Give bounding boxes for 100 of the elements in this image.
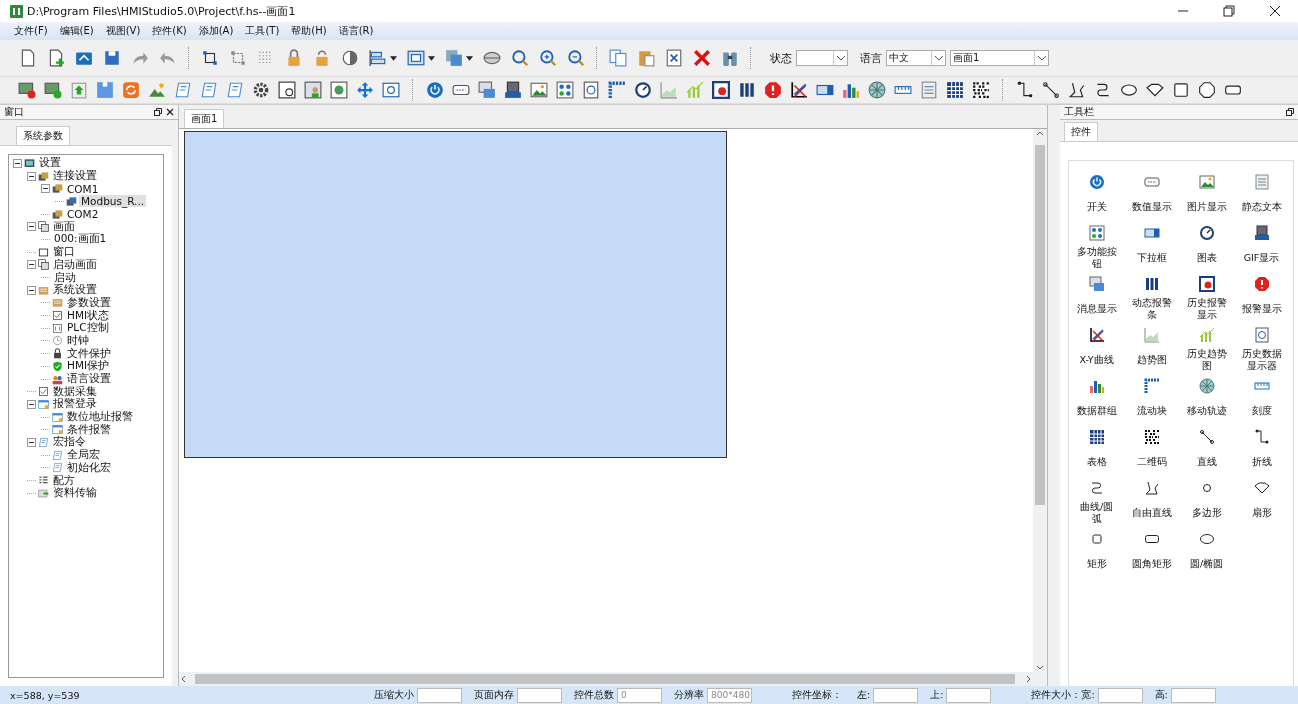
control-label[interactable]: GIF显示 <box>1243 252 1280 264</box>
tree-item[interactable]: COM2 <box>65 208 101 221</box>
collapse-icon[interactable] <box>27 437 36 447</box>
tree-item[interactable]: 宏指令 <box>51 435 88 450</box>
collapse-icon[interactable] <box>41 184 50 194</box>
delete-icon[interactable] <box>693 49 711 67</box>
diamond-icon[interactable] <box>1146 81 1164 99</box>
caret-icon[interactable] <box>1037 55 1046 61</box>
tree-item[interactable]: 文件保护 <box>65 346 113 361</box>
collapse-icon[interactable] <box>27 285 36 295</box>
image-icon[interactable] <box>530 81 548 99</box>
caret-icon[interactable] <box>836 55 845 61</box>
ellipse-icon[interactable] <box>1120 81 1138 99</box>
tree-item[interactable]: 连接设置 <box>51 169 99 184</box>
dot-grid-icon[interactable] <box>556 81 574 99</box>
picture-frame-icon[interactable] <box>278 81 296 99</box>
bar-chart-icon[interactable] <box>1088 378 1105 394</box>
control-label[interactable]: 多边形 <box>1191 507 1222 519</box>
usb-icon[interactable] <box>96 81 114 99</box>
tree-item[interactable]: 参数设置 <box>65 295 113 310</box>
dropdown-field[interactable]: 画面1 <box>950 50 1049 66</box>
ungroup-icon[interactable] <box>229 49 247 67</box>
close-icon[interactable] <box>166 108 174 116</box>
curve-icon[interactable] <box>1094 81 1112 99</box>
tree-item[interactable]: 语言设置 <box>65 372 113 387</box>
ellipse-icon[interactable] <box>1198 531 1215 547</box>
control-label[interactable]: 开关 <box>1086 201 1107 213</box>
control-label[interactable]: X-Y曲线 <box>1079 354 1114 366</box>
menu-item[interactable]: 帮助(H) <box>287 24 335 38</box>
control-label[interactable]: 圆/椭圆 <box>1189 558 1224 570</box>
tree-item[interactable]: 时钟 <box>65 333 91 348</box>
octagon-icon[interactable] <box>1198 81 1216 99</box>
tab[interactable]: 画面1 <box>184 109 225 128</box>
message-icon[interactable] <box>1088 276 1105 292</box>
tree-item[interactable]: 系统设置 <box>51 283 99 298</box>
zoom-out-icon[interactable] <box>567 49 585 67</box>
dropdown-field[interactable]: 中文 <box>886 50 946 66</box>
control-label[interactable]: 下拉框 <box>1136 252 1167 264</box>
zoom-in-icon[interactable] <box>539 49 557 67</box>
tree-item[interactable]: 启动画面 <box>51 257 99 272</box>
alarm-list-icon[interactable] <box>712 81 730 99</box>
person-card-icon[interactable] <box>304 81 322 99</box>
scroll-icon[interactable] <box>200 81 218 99</box>
tree-item[interactable]: 窗口 <box>51 245 77 260</box>
tree-item[interactable]: 资料传输 <box>51 486 99 501</box>
control-label[interactable]: 折线 <box>1251 456 1272 468</box>
wheel-icon[interactable] <box>868 81 886 99</box>
power-icon[interactable] <box>1088 174 1105 190</box>
tree-item[interactable]: 条件报警 <box>65 422 113 437</box>
tree-item[interactable]: 全局宏 <box>65 448 102 463</box>
control-label[interactable]: 直线 <box>1196 456 1217 468</box>
power-icon[interactable] <box>426 81 444 99</box>
control-label[interactable]: 静态文本 <box>1241 201 1282 213</box>
document-x-icon[interactable] <box>665 49 683 67</box>
control-label[interactable]: 矩形 <box>1086 558 1107 570</box>
align-icon[interactable] <box>369 49 387 67</box>
control-label[interactable]: 动态报警条 <box>1131 297 1172 321</box>
open-icon[interactable] <box>75 49 93 67</box>
tab[interactable]: 系统参数 <box>16 126 70 145</box>
gif-monitor-icon[interactable] <box>504 81 522 99</box>
control-label[interactable]: 二维码 <box>1136 456 1167 468</box>
gauge-icon[interactable] <box>634 81 652 99</box>
select-icon[interactable] <box>201 49 219 67</box>
caret-icon[interactable] <box>428 55 435 61</box>
menu-item[interactable]: 语言(R) <box>334 24 382 38</box>
control-label[interactable]: 趋势图 <box>1136 354 1167 366</box>
qr-code-icon[interactable] <box>1143 429 1160 445</box>
caret-icon[interactable] <box>390 55 397 61</box>
freeform-line-icon[interactable] <box>1068 81 1086 99</box>
flow-block-icon[interactable] <box>1143 378 1160 394</box>
control-label[interactable]: 历史报警显示 <box>1186 297 1227 321</box>
tree-item[interactable]: 设置 <box>37 156 63 171</box>
scroll-icon[interactable] <box>226 81 244 99</box>
half-disc-icon[interactable] <box>483 49 501 67</box>
bars-icon[interactable] <box>1143 276 1160 292</box>
control-label[interactable]: 刻度 <box>1251 405 1272 417</box>
scrollbar-thumb[interactable] <box>195 674 1015 684</box>
tree-item[interactable]: PLC控制 <box>65 321 111 336</box>
collapse-icon[interactable] <box>27 399 36 409</box>
tree-item[interactable]: COM1 <box>65 182 101 195</box>
menu-item[interactable]: 控件(K) <box>148 24 195 38</box>
clock-document-icon[interactable] <box>582 81 600 99</box>
control-label[interactable]: 数据群组 <box>1076 405 1117 417</box>
tree-item[interactable]: 数据采集 <box>51 384 99 399</box>
contrast-icon[interactable] <box>341 49 359 67</box>
control-label[interactable]: 圆角矩形 <box>1131 558 1172 570</box>
dropdown-field[interactable] <box>796 50 848 66</box>
control-label[interactable]: 扇形 <box>1251 507 1272 519</box>
image-icon[interactable] <box>1198 174 1215 190</box>
monitor-check-icon[interactable] <box>44 81 62 99</box>
control-label[interactable]: 表格 <box>1086 456 1107 468</box>
gauge-icon[interactable] <box>1198 225 1215 241</box>
numeric-display-icon[interactable] <box>1143 174 1160 190</box>
tree-item[interactable]: 配方 <box>51 473 77 488</box>
menu-item[interactable]: 工具(T) <box>241 24 288 38</box>
table-icon[interactable] <box>946 81 964 99</box>
settings-icon[interactable] <box>252 81 270 99</box>
menu-item[interactable]: 视图(V) <box>101 24 149 38</box>
control-label[interactable]: 自由直线 <box>1131 507 1172 519</box>
line-icon[interactable] <box>1198 429 1215 445</box>
